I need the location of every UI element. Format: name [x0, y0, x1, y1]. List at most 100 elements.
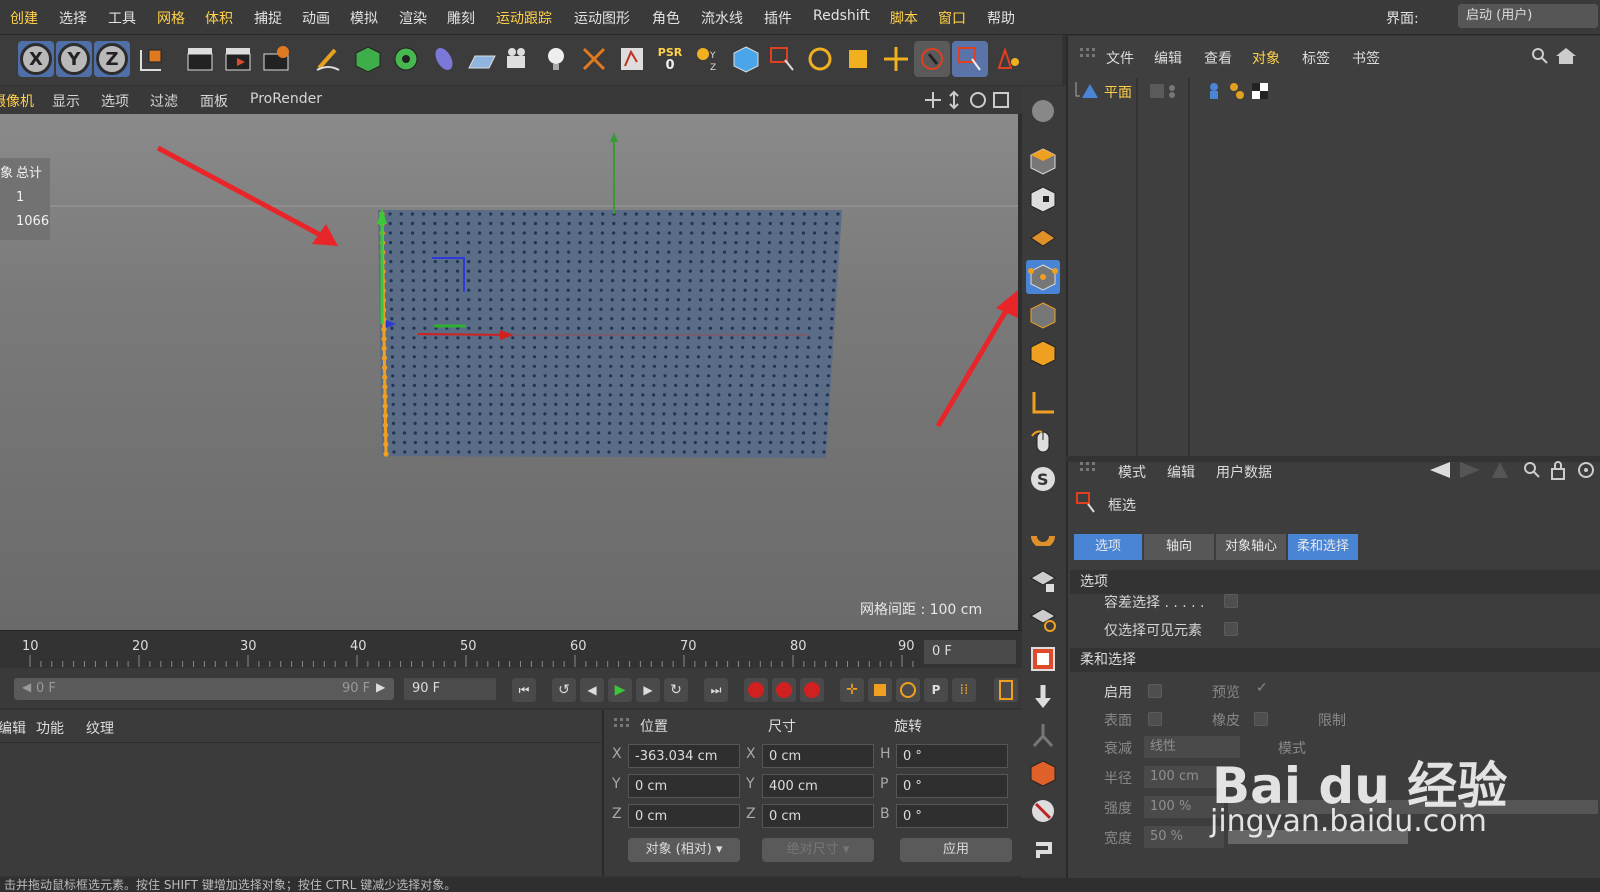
camera-button[interactable] [500, 41, 536, 77]
mesh-point[interactable] [738, 402, 742, 406]
mesh-point[interactable] [590, 212, 594, 216]
mesh-point[interactable] [823, 440, 827, 445]
mesh-point[interactable] [577, 269, 582, 273]
mesh-point[interactable] [489, 336, 493, 340]
mesh-point[interactable] [766, 269, 770, 273]
mesh-point[interactable] [650, 440, 654, 445]
palette-python-button[interactable] [1026, 832, 1060, 866]
mesh-point[interactable] [655, 260, 660, 264]
mesh-point[interactable] [639, 450, 643, 454]
end-frame-field[interactable]: 90 F [404, 678, 496, 700]
mesh-point[interactable] [709, 298, 714, 302]
up-arrow-icon[interactable] [1492, 462, 1508, 478]
mesh-point[interactable] [779, 450, 783, 454]
mesh-point[interactable] [554, 402, 558, 406]
mesh-point[interactable] [412, 374, 417, 378]
mesh-point[interactable] [422, 288, 426, 292]
mesh-point[interactable] [726, 421, 731, 425]
mesh-point[interactable] [622, 279, 626, 283]
mesh-point[interactable] [689, 250, 693, 254]
range-start-arrow-icon[interactable]: ◀ [22, 680, 31, 694]
mesh-point[interactable] [499, 440, 504, 445]
mesh-point[interactable] [466, 212, 470, 216]
mesh-point[interactable] [765, 298, 769, 302]
mesh-point[interactable] [697, 326, 702, 330]
mesh-point[interactable] [696, 355, 701, 359]
mesh-point[interactable] [600, 269, 604, 273]
tab-object-axis[interactable]: 对象轴心 [1216, 534, 1286, 560]
mesh-point[interactable] [532, 431, 536, 435]
mesh-point[interactable] [445, 288, 449, 292]
mesh-point[interactable] [554, 355, 559, 359]
mesh-point[interactable] [587, 336, 592, 340]
mesh-point[interactable] [566, 298, 570, 302]
mesh-point[interactable] [445, 393, 449, 397]
palette-drop-button[interactable] [1026, 680, 1060, 714]
mesh-point[interactable] [489, 421, 493, 425]
edit-render-settings-button[interactable] [614, 41, 650, 77]
mesh-point[interactable] [399, 221, 403, 226]
mesh-point[interactable] [533, 221, 538, 226]
mesh-point[interactable] [608, 402, 612, 406]
mesh-point[interactable] [643, 298, 647, 302]
viewport-menu-display[interactable]: 显示 [52, 91, 80, 111]
mesh-point[interactable] [510, 450, 514, 454]
mesh-point[interactable] [578, 250, 582, 254]
mesh-point[interactable] [500, 260, 504, 264]
mesh-point[interactable] [511, 269, 515, 273]
mesh-point[interactable] [422, 241, 426, 245]
mesh-point[interactable] [827, 364, 831, 368]
mesh-point[interactable] [424, 440, 428, 445]
mesh-point[interactable] [742, 317, 746, 321]
mesh-point[interactable] [412, 326, 416, 330]
mesh-point[interactable] [764, 317, 768, 321]
mesh-point[interactable] [522, 212, 527, 216]
mesh-point[interactable] [824, 412, 828, 416]
mesh-point[interactable] [445, 402, 449, 406]
mesh-point[interactable] [631, 355, 635, 359]
mesh-point[interactable] [554, 383, 558, 387]
mesh-point[interactable] [554, 412, 558, 416]
mesh-point[interactable] [521, 450, 525, 454]
record-parameter-button[interactable]: P [924, 678, 948, 702]
mesh-point[interactable] [589, 231, 593, 235]
mesh-point[interactable] [478, 440, 482, 445]
mesh-point[interactable] [467, 279, 471, 283]
mesh-point[interactable] [763, 336, 767, 340]
mesh-point[interactable] [678, 250, 682, 254]
mesh-point[interactable] [695, 393, 699, 397]
mesh-point[interactable] [433, 288, 438, 292]
mesh-point[interactable] [765, 288, 769, 292]
object-visibility-toggles[interactable] [1150, 82, 1190, 100]
mesh-point[interactable] [411, 231, 415, 235]
mesh-point[interactable] [608, 421, 612, 425]
mesh-point[interactable] [554, 393, 558, 397]
mesh-point[interactable] [641, 364, 646, 368]
mesh-point[interactable] [545, 221, 549, 226]
mesh-point[interactable] [500, 345, 504, 349]
mesh-point[interactable] [510, 412, 514, 416]
mesh-point[interactable] [589, 221, 594, 226]
mesh-point[interactable] [621, 288, 626, 292]
mesh-point[interactable] [565, 402, 569, 406]
mesh-point[interactable] [818, 336, 822, 340]
mesh-point[interactable] [631, 336, 635, 340]
mesh-point[interactable] [533, 336, 537, 340]
mesh-point[interactable] [423, 355, 427, 359]
mesh-point[interactable] [467, 402, 471, 406]
mesh-point[interactable] [489, 307, 493, 311]
back-arrow-icon[interactable] [1430, 462, 1450, 478]
mesh-point[interactable] [753, 317, 757, 321]
mesh-point[interactable] [701, 231, 705, 235]
mesh-point[interactable] [467, 440, 471, 445]
mesh-point[interactable] [435, 412, 439, 416]
mesh-point[interactable] [719, 345, 723, 349]
mesh-point[interactable] [806, 355, 810, 359]
mesh-point[interactable] [533, 326, 537, 330]
mesh-point[interactable] [467, 364, 471, 368]
mesh-point[interactable] [424, 393, 428, 397]
mesh-point[interactable] [629, 431, 633, 435]
mesh-point[interactable] [740, 364, 744, 368]
mesh-point[interactable] [730, 345, 734, 349]
mesh-point[interactable] [391, 393, 395, 397]
